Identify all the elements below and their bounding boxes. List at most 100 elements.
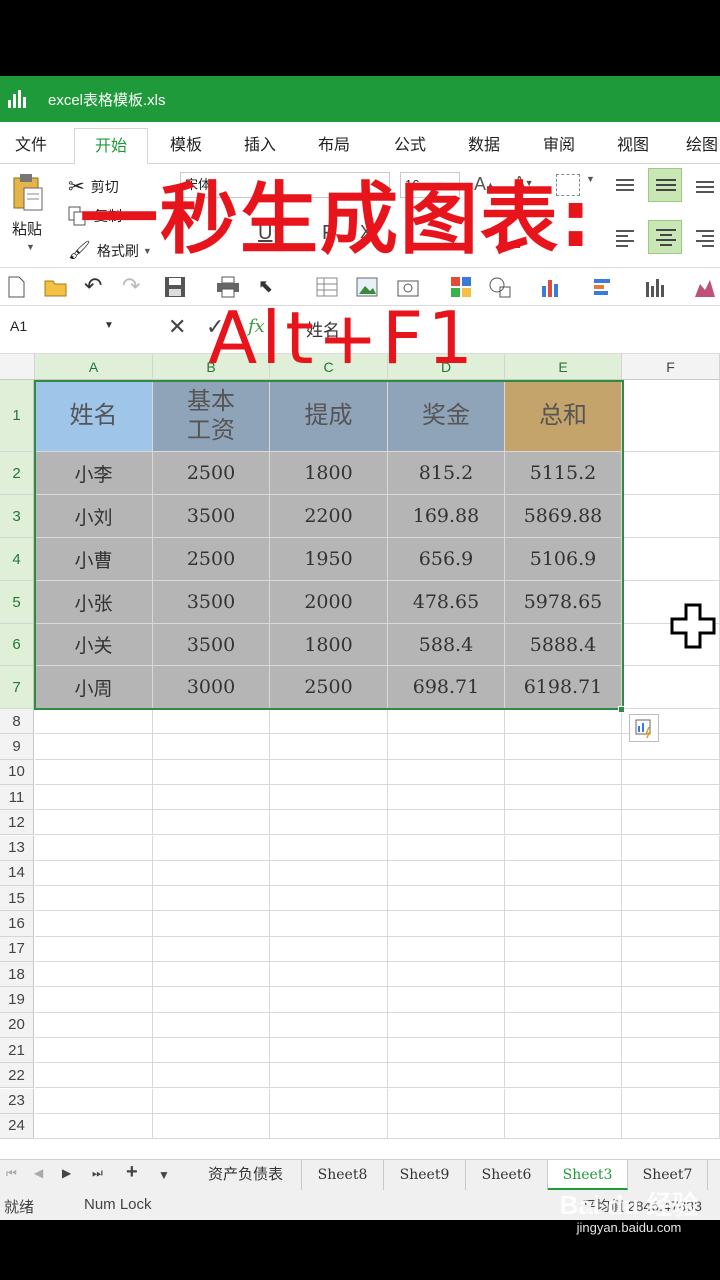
table-cell[interactable] xyxy=(35,1113,153,1140)
table-cell[interactable] xyxy=(505,1037,622,1064)
row-header[interactable]: 19 xyxy=(0,987,34,1013)
table-cell[interactable]: 3500 xyxy=(153,624,270,666)
table-cell[interactable]: 5888.4 xyxy=(505,624,622,666)
table-cell[interactable]: 5978.65 xyxy=(505,581,622,624)
table-cell[interactable] xyxy=(153,860,270,887)
table-cell[interactable]: 3000 xyxy=(153,666,270,709)
table-cell[interactable] xyxy=(505,734,622,760)
table-cell[interactable]: 815.2 xyxy=(388,452,505,495)
quick-analysis-icon[interactable] xyxy=(629,714,659,742)
table-cell[interactable] xyxy=(35,1012,153,1038)
table-cell[interactable] xyxy=(622,835,720,861)
save-icon[interactable] xyxy=(164,276,186,298)
table-cell[interactable] xyxy=(35,835,153,861)
row-header[interactable]: 4 xyxy=(0,538,34,581)
table-cell[interactable] xyxy=(35,1088,153,1114)
table-cell[interactable] xyxy=(505,784,622,811)
table-cell[interactable] xyxy=(622,1113,720,1140)
table-cell[interactable] xyxy=(622,1088,720,1114)
table-cell[interactable]: 698.71 xyxy=(388,666,505,709)
sheet-tab[interactable]: Sheet6 xyxy=(466,1160,548,1190)
row-header[interactable]: 16 xyxy=(0,911,34,937)
fill-handle[interactable] xyxy=(618,706,625,713)
table-cell[interactable] xyxy=(622,759,720,785)
chart-insert-icon[interactable] xyxy=(488,276,511,298)
table-cell[interactable] xyxy=(35,1063,153,1089)
row-header[interactable]: 10 xyxy=(0,759,34,785)
column-chart-icon[interactable] xyxy=(644,276,666,298)
paste-button[interactable]: 粘贴 xyxy=(12,218,42,239)
table-cell[interactable] xyxy=(505,911,622,937)
table-cell[interactable] xyxy=(153,784,270,811)
column-header-e[interactable]: E xyxy=(505,354,622,380)
table-cell[interactable] xyxy=(388,962,505,988)
row-header[interactable]: 8 xyxy=(0,709,34,735)
row-header[interactable]: 7 xyxy=(0,666,34,709)
table-cell[interactable]: 2200 xyxy=(270,495,388,538)
row-header[interactable]: 5 xyxy=(0,581,34,624)
tab-formula[interactable]: 公式 xyxy=(372,128,448,164)
row-header[interactable]: 15 xyxy=(0,886,34,912)
column-header-a[interactable]: A xyxy=(35,354,153,380)
row-header[interactable]: 24 xyxy=(0,1113,34,1140)
table-cell[interactable] xyxy=(35,810,153,836)
table-cell[interactable] xyxy=(388,1037,505,1064)
picture-icon[interactable] xyxy=(356,276,378,298)
table-cell[interactable] xyxy=(388,709,505,735)
row-header[interactable]: 21 xyxy=(0,1037,34,1064)
select-pointer-icon[interactable]: ⬉ xyxy=(258,276,280,298)
table-cell[interactable] xyxy=(270,759,388,785)
tab-review[interactable]: 审阅 xyxy=(522,128,596,164)
table-cell[interactable]: 1800 xyxy=(270,624,388,666)
table-cell[interactable] xyxy=(622,1037,720,1064)
table-cell[interactable]: 2000 xyxy=(270,581,388,624)
table-cell[interactable] xyxy=(505,962,622,988)
row-header[interactable]: 11 xyxy=(0,784,34,811)
table-cell[interactable] xyxy=(270,860,388,887)
table-cell[interactable] xyxy=(270,1012,388,1038)
table-cell[interactable]: 5869.88 xyxy=(505,495,622,538)
table-cell[interactable] xyxy=(622,452,720,495)
table-header-cell[interactable]: 总和 xyxy=(505,380,622,452)
table-cell[interactable] xyxy=(153,709,270,735)
select-all-corner[interactable] xyxy=(0,354,35,380)
table-cell[interactable]: 3500 xyxy=(153,495,270,538)
table-cell[interactable]: 5115.2 xyxy=(505,452,622,495)
table-cell[interactable] xyxy=(35,734,153,760)
table-cell[interactable] xyxy=(388,835,505,861)
table-cell[interactable] xyxy=(622,962,720,988)
sheet-tab[interactable]: Sheet8 xyxy=(302,1160,384,1190)
tab-data[interactable]: 数据 xyxy=(448,128,520,164)
align-top-icon[interactable] xyxy=(612,172,638,198)
table-cell[interactable] xyxy=(622,666,720,709)
row-header[interactable]: 17 xyxy=(0,936,34,962)
first-sheet-icon[interactable]: ⏮ xyxy=(6,1166,17,1181)
table-header-cell[interactable]: 基本 工资 xyxy=(153,380,270,452)
add-sheet-icon[interactable]: + xyxy=(126,1161,138,1184)
table-cell[interactable] xyxy=(153,1037,270,1064)
table-cell[interactable] xyxy=(35,709,153,735)
shapes-icon[interactable] xyxy=(450,276,472,298)
table-cell[interactable]: 小张 xyxy=(35,581,153,624)
align-middle-icon[interactable] xyxy=(648,168,682,202)
table-cell[interactable] xyxy=(388,1113,505,1140)
table-header-cell[interactable]: 姓名 xyxy=(35,380,153,452)
table-cell[interactable] xyxy=(388,860,505,887)
align-bottom-icon[interactable] xyxy=(692,172,718,198)
row-header[interactable]: 20 xyxy=(0,1012,34,1038)
table-cell[interactable] xyxy=(270,810,388,836)
print-icon[interactable] xyxy=(216,276,239,298)
align-right-icon[interactable] xyxy=(692,224,718,250)
table-cell[interactable] xyxy=(505,1063,622,1089)
table-cell[interactable] xyxy=(505,987,622,1013)
table-cell[interactable] xyxy=(505,886,622,912)
table-cell[interactable]: 5106.9 xyxy=(505,538,622,581)
table-cell[interactable] xyxy=(388,810,505,836)
paste-icon[interactable] xyxy=(10,170,50,214)
tab-draw[interactable]: 绘图 xyxy=(672,128,720,164)
table-cell[interactable] xyxy=(270,1063,388,1089)
table-cell[interactable] xyxy=(505,835,622,861)
row-header[interactable]: 6 xyxy=(0,624,34,666)
table-cell[interactable] xyxy=(388,734,505,760)
area-chart-icon[interactable] xyxy=(694,276,716,298)
